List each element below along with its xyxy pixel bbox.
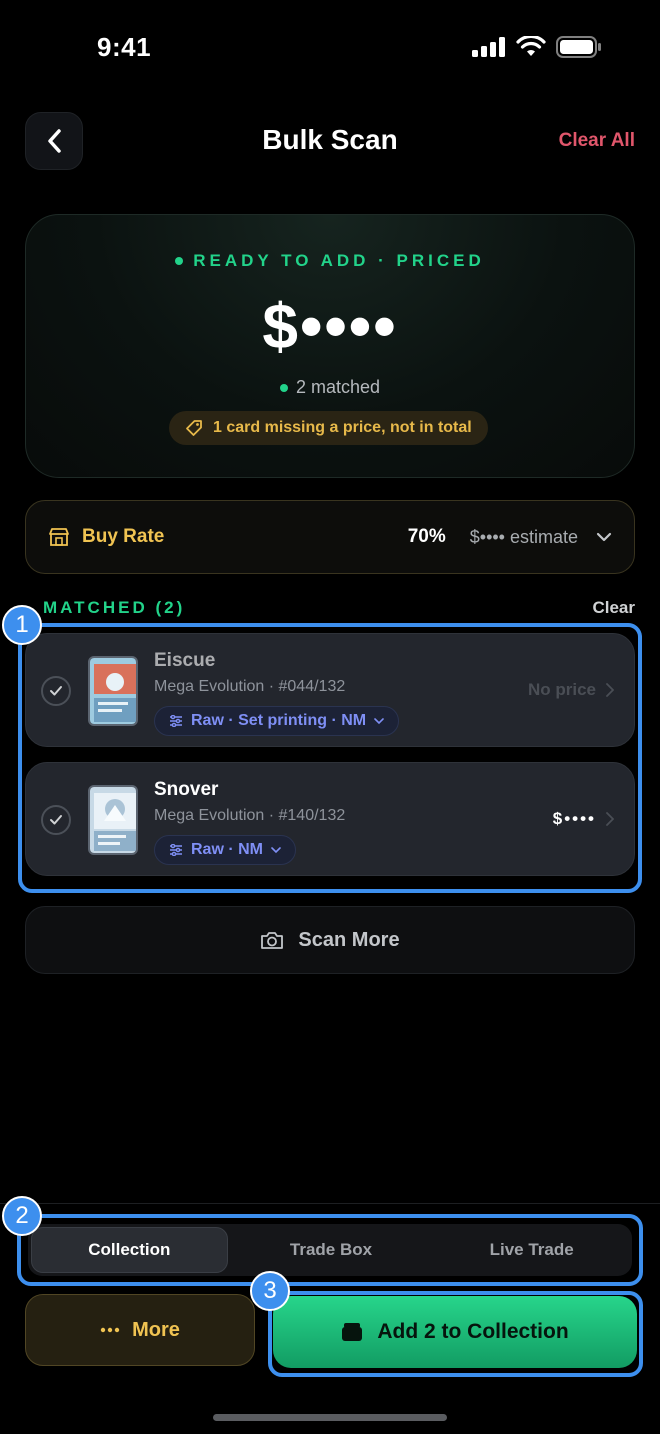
- ellipsis-icon: [100, 1327, 120, 1333]
- chevron-down-icon: [596, 532, 612, 542]
- annotation-box-destination-tabs: [17, 1214, 643, 1286]
- ready-status: READY TO ADD · PRICED: [26, 251, 634, 271]
- status-icons: [472, 36, 602, 58]
- annotation-box-add-button: [268, 1291, 643, 1377]
- matched-section-title: MATCHED (2): [43, 598, 186, 617]
- annotation-badge: 3: [250, 1271, 290, 1311]
- store-icon: [49, 528, 69, 546]
- wifi-icon: [516, 36, 546, 56]
- more-button[interactable]: More: [25, 1294, 255, 1366]
- buy-rate-percent: 70%: [407, 526, 446, 547]
- home-indicator: [213, 1414, 447, 1421]
- ready-status-label: READY TO ADD · PRICED: [193, 251, 485, 270]
- camera-icon: [261, 932, 284, 949]
- clear-all-button[interactable]: Clear All: [559, 130, 635, 152]
- total-amount: $••••: [262, 290, 398, 362]
- total-summary-card: READY TO ADD · PRICED $•••• 2 matched 1 …: [25, 214, 635, 478]
- buy-rate-label: Buy Rate: [82, 526, 165, 547]
- tag-icon: [186, 420, 202, 436]
- annotation-badge: 2: [2, 1196, 42, 1236]
- signal-icon: [472, 37, 505, 57]
- missing-price-warning: 1 card missing a price, not in total: [169, 411, 488, 445]
- matched-dot: [279, 383, 288, 392]
- bottom-divider: [0, 1203, 660, 1204]
- annotation-badge: 1: [2, 605, 42, 645]
- status-time: 9:41: [97, 32, 152, 62]
- annotation-box-matched-list: [18, 623, 642, 893]
- scan-more-button[interactable]: Scan More: [25, 906, 635, 974]
- buy-rate-row[interactable]: Buy Rate 70% $•••• estimate: [25, 500, 635, 574]
- matched-clear-button[interactable]: Clear: [592, 598, 635, 618]
- more-label: More: [132, 1318, 180, 1341]
- buy-rate-estimate: $•••• estimate: [469, 526, 578, 547]
- battery-icon: [556, 36, 601, 58]
- matched-count-label: 2 matched: [295, 377, 381, 397]
- status-dot: [175, 257, 184, 265]
- matched-count: 2 matched: [26, 377, 634, 398]
- scan-more-label: Scan More: [298, 928, 400, 951]
- missing-price-label: 1 card missing a price, not in total: [213, 419, 472, 436]
